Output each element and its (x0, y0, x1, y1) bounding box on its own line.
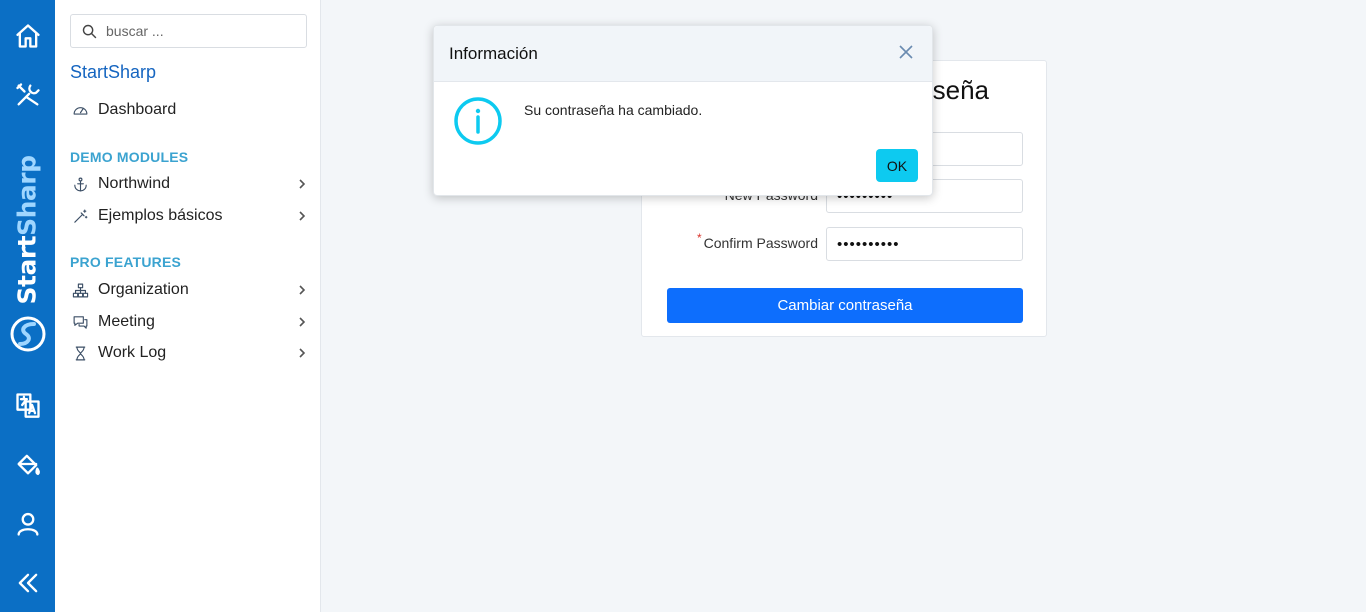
sidebar-item-dashboard[interactable]: Dashboard (70, 96, 310, 124)
confirm-password-label: * Confirm Password (697, 231, 818, 251)
collapse-icon[interactable] (10, 565, 45, 600)
ok-button[interactable]: OK (876, 149, 918, 182)
chevron-right-icon (296, 177, 310, 191)
info-dialog: Información Su contraseña ha cambiado. O… (433, 25, 933, 196)
chevron-right-icon (296, 283, 310, 297)
section-demo-modules: DEMO MODULES (70, 149, 189, 165)
sidebar-item-label: Work Log (98, 344, 167, 361)
sidebar-item-organization[interactable]: Organization (70, 276, 310, 304)
sidebar-item-label: Dashboard (98, 101, 177, 118)
chevron-right-icon (296, 315, 310, 329)
required-asterisk: * (696, 231, 702, 245)
sidebar-item-label: Ejemplos básicos (98, 207, 223, 224)
confirm-password-field[interactable] (826, 227, 1023, 261)
logo-text-start: Start (12, 235, 42, 305)
home-icon[interactable] (10, 18, 45, 53)
confirm-password-label-text: Confirm Password (703, 235, 818, 251)
chat-bubbles-icon (70, 312, 90, 332)
anchor-icon (70, 174, 90, 194)
search-box[interactable] (70, 14, 307, 48)
dialog-title: Información (449, 44, 538, 63)
search-input[interactable] (106, 23, 296, 39)
sidebar: StartSharp Dashboard DEMO MODULES Northw… (55, 0, 321, 612)
org-chart-icon (70, 280, 90, 300)
hourglass-icon (70, 343, 90, 363)
language-icon[interactable] (10, 387, 45, 422)
search-icon (82, 24, 97, 38)
speedometer-icon (70, 100, 90, 120)
dialog-message: Su contraseña ha cambiado. (524, 102, 703, 118)
sidebar-item-meeting[interactable]: Meeting (70, 308, 310, 336)
theme-paint-icon[interactable] (10, 446, 45, 481)
change-password-button[interactable]: Cambiar contraseña (667, 288, 1023, 323)
icon-rail: StartSharp (0, 0, 55, 612)
tools-icon[interactable] (10, 77, 45, 112)
startsharp-mark-icon (10, 316, 46, 352)
chevron-right-icon (296, 209, 310, 223)
user-icon[interactable] (10, 506, 45, 541)
sidebar-item-work-log[interactable]: Work Log (70, 339, 310, 367)
magic-wand-icon (70, 206, 90, 226)
brand-title[interactable]: StartSharp (70, 62, 156, 83)
sidebar-item-label: Organization (98, 281, 189, 298)
logo-text-sharp: Sharp (12, 155, 42, 236)
sidebar-item-label: Meeting (98, 313, 155, 330)
dialog-header: Información (434, 26, 932, 82)
sidebar-item-northwind[interactable]: Northwind (70, 170, 310, 198)
sidebar-item-ejemplos[interactable]: Ejemplos básicos (70, 202, 310, 230)
chevron-right-icon (296, 346, 310, 360)
confirm-password-row: * Confirm Password (642, 227, 1048, 261)
info-circle-icon (453, 96, 503, 146)
sidebar-item-label: Northwind (98, 175, 171, 192)
close-icon[interactable] (898, 44, 916, 62)
section-pro-features: PRO FEATURES (70, 254, 182, 270)
